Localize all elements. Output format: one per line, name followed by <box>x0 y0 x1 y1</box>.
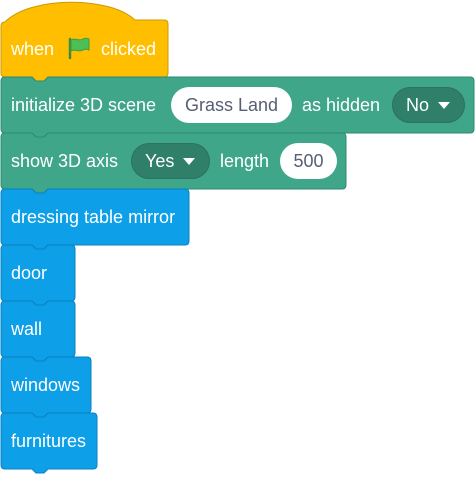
block-stack <box>0 1 475 474</box>
hidden-dropdown-value: No <box>406 95 430 115</box>
scene-name-input[interactable]: Grass Land <box>171 87 292 123</box>
clicked-label: clicked <box>101 39 157 59</box>
custom-block-label: wall <box>11 319 43 339</box>
custom-block-label: furnitures <box>11 431 87 451</box>
initialize-3d-scene-label: initialize 3D scene <box>11 95 157 115</box>
axis-visible-dropdown-value: Yes <box>145 151 175 171</box>
as-hidden-label: as hidden <box>302 95 381 115</box>
axis-length-input[interactable]: 500 <box>280 143 337 179</box>
custom-block-label: door <box>11 263 48 283</box>
when-label: when <box>11 39 55 59</box>
show-3d-axis-label: show 3D axis <box>11 151 119 171</box>
custom-block-label: windows <box>11 375 81 395</box>
axis-visible-dropdown[interactable]: Yes <box>131 143 210 179</box>
chevron-down-icon <box>183 157 196 165</box>
green-flag-icon <box>66 36 92 65</box>
hidden-dropdown[interactable]: No <box>392 87 465 123</box>
custom-block-label: dressing table mirror <box>11 207 176 227</box>
script-canvas: when clicked initialize 3D scene Grass L… <box>0 0 475 479</box>
chevron-down-icon <box>438 101 451 109</box>
length-label: length <box>220 151 270 171</box>
